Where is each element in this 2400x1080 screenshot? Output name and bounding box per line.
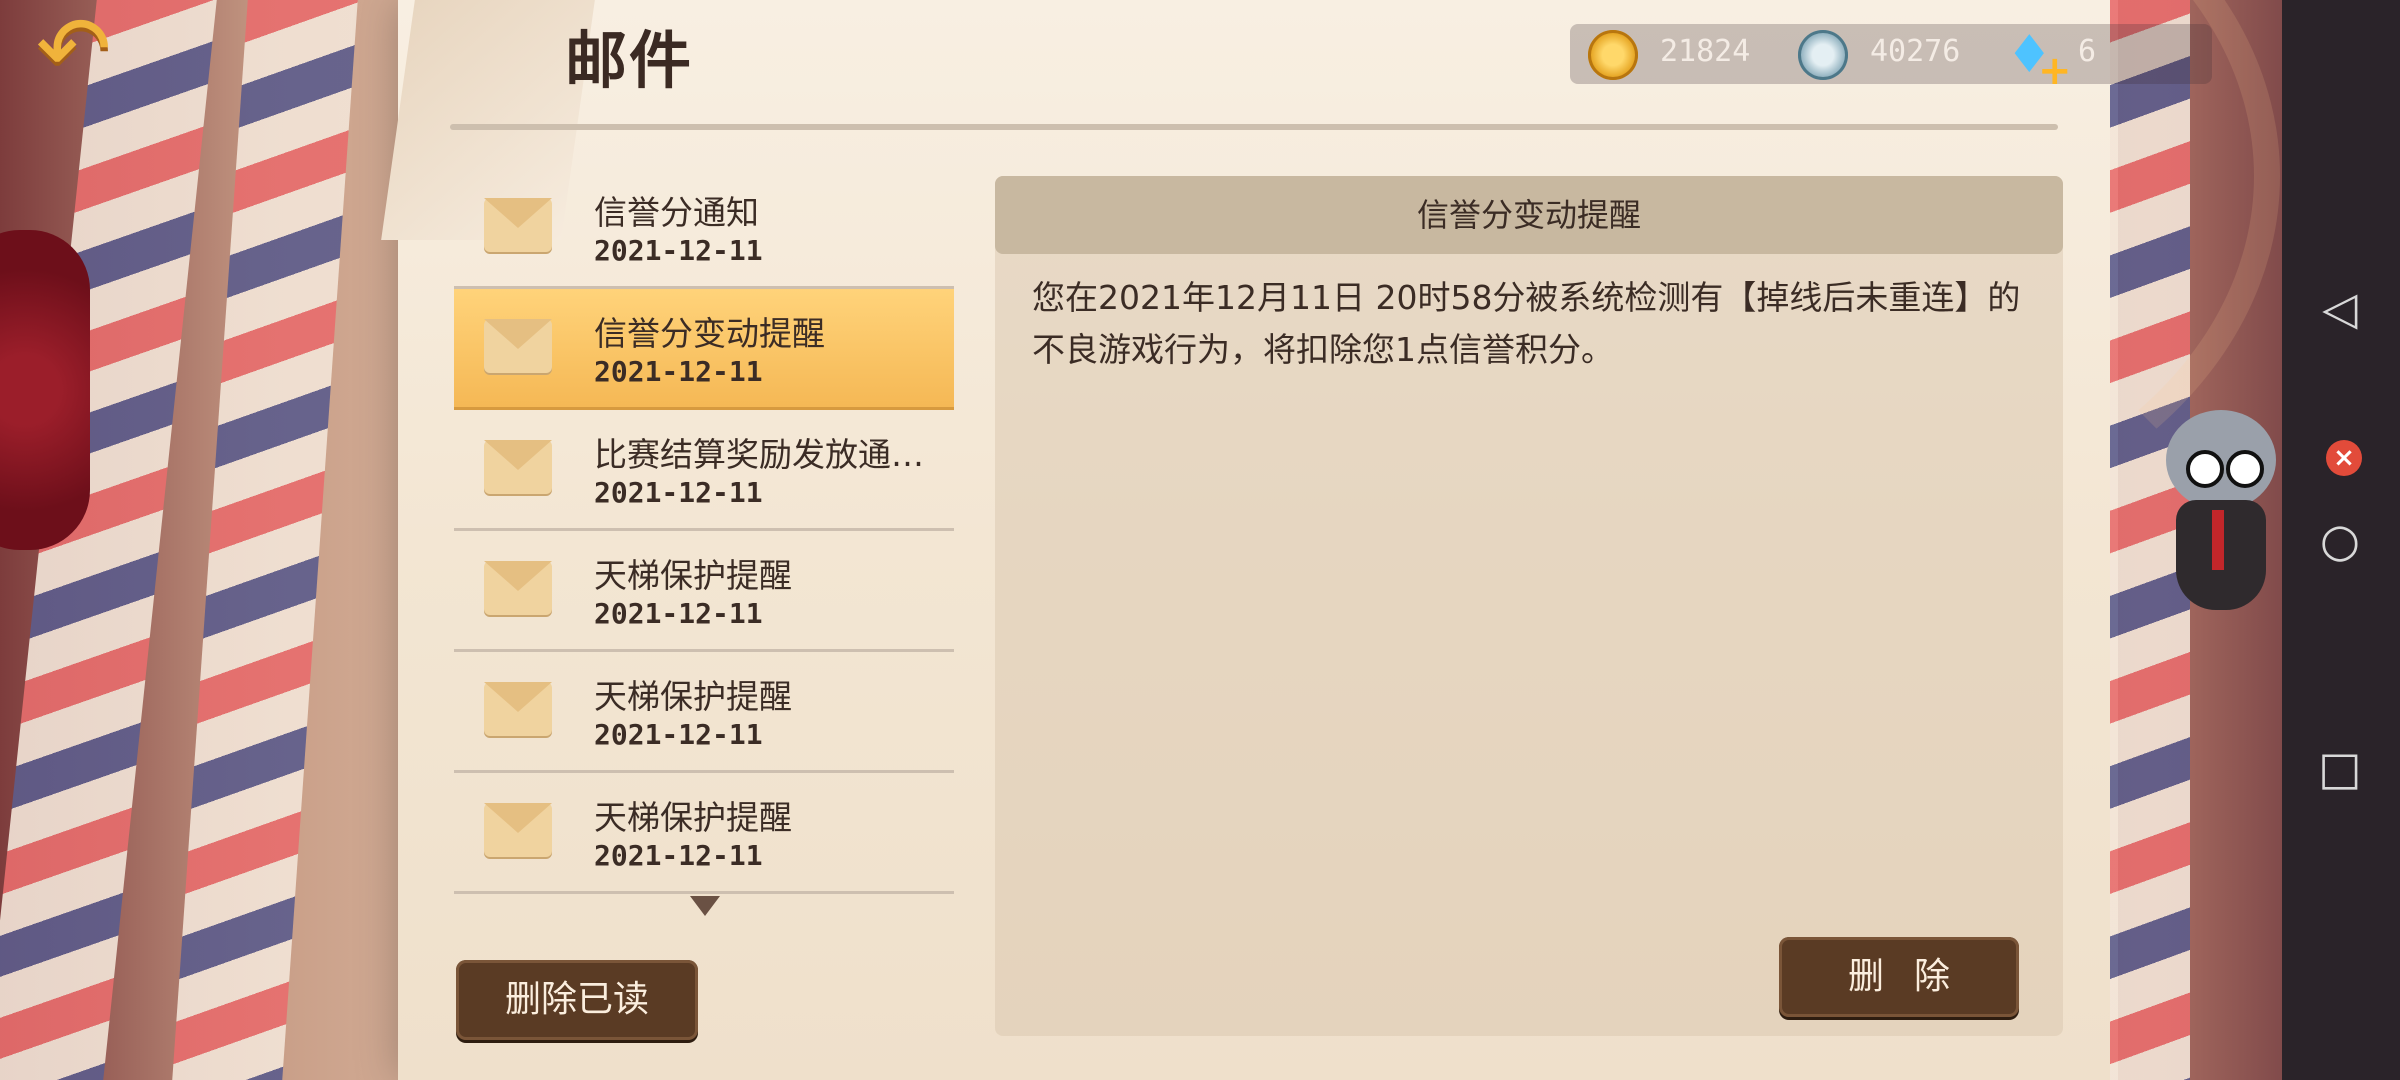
mail-detail-line: 不良游戏行为，将扣除您1点信誉积分。: [1032, 330, 1614, 369]
mail-date: 2021-12-11: [594, 597, 763, 630]
envelope-icon: [484, 198, 552, 252]
mail-detail-title: 信誉分变动提醒: [995, 176, 2063, 254]
mascot-eye: [2186, 450, 2224, 488]
mail-item[interactable]: 天梯保护提醒 2021-12-11: [454, 652, 954, 773]
mail-title: 天梯保护提醒: [594, 677, 792, 716]
mail-date: 2021-12-11: [594, 718, 763, 751]
mail-date: 2021-12-11: [594, 839, 763, 872]
silver-coin-icon: [1798, 30, 1848, 80]
mail-item[interactable]: 比赛结算奖励发放通… 2021-12-11: [454, 410, 954, 531]
delete-read-button[interactable]: 删除已读: [456, 960, 698, 1040]
mascot-tie: [2212, 510, 2224, 570]
mail-item[interactable]: 天梯保护提醒 2021-12-11: [454, 531, 954, 652]
mascot-eye: [2226, 450, 2264, 488]
envelope-icon: [484, 682, 552, 736]
envelope-icon: [484, 561, 552, 615]
nav-recent-icon[interactable]: □: [2312, 740, 2368, 796]
mail-item[interactable]: 天梯保护提醒 2021-12-11: [454, 773, 954, 894]
back-arrow-icon[interactable]: ↶: [36, 5, 146, 95]
mail-title: 信誉分变动提醒: [594, 314, 825, 353]
scroll-down-arrow-icon[interactable]: [690, 896, 720, 916]
silver-amount: 40276: [1870, 34, 1961, 69]
close-icon[interactable]: ×: [2326, 440, 2362, 476]
rose-decoration: [0, 230, 90, 550]
gold-coin-icon: [1588, 30, 1638, 80]
diamond-amount: 6: [2078, 34, 2097, 69]
nav-back-icon[interactable]: ◁: [2312, 280, 2368, 336]
mail-date: 2021-12-11: [594, 355, 763, 388]
mail-title: 天梯保护提醒: [594, 556, 792, 595]
mail-date: 2021-12-11: [594, 234, 763, 267]
envelope-icon: [484, 803, 552, 857]
nav-home-icon[interactable]: ○: [2312, 512, 2368, 568]
mail-detail-body: 您在2021年12月11日 20时58分被系统检测有【掉线后未重连】的 不良游戏…: [1032, 272, 2022, 376]
mail-detail-line: 您在2021年12月11日 20时58分被系统检测有【掉线后未重连】的: [1032, 278, 2021, 317]
mail-title: 比赛结算奖励发放通…: [594, 435, 924, 474]
envelope-icon: [484, 319, 552, 373]
mail-item[interactable]: 信誉分通知 2021-12-11: [454, 168, 954, 289]
delete-button[interactable]: 删除: [1779, 937, 2019, 1017]
mail-title: 天梯保护提醒: [594, 798, 792, 837]
header-divider: [450, 124, 2058, 130]
add-diamond-icon[interactable]: +: [2038, 48, 2072, 94]
page-title: 邮件: [565, 24, 694, 97]
gold-amount: 21824: [1660, 34, 1751, 69]
mascot-cat-avatar[interactable]: [2156, 410, 2276, 610]
mail-date: 2021-12-11: [594, 476, 763, 509]
mail-title: 信誉分通知: [594, 193, 759, 232]
envelope-icon: [484, 440, 552, 494]
mail-item-selected[interactable]: 信誉分变动提醒 2021-12-11: [454, 289, 954, 410]
mail-list: 信誉分通知 2021-12-11 信誉分变动提醒 2021-12-11 比赛结算…: [454, 168, 954, 894]
